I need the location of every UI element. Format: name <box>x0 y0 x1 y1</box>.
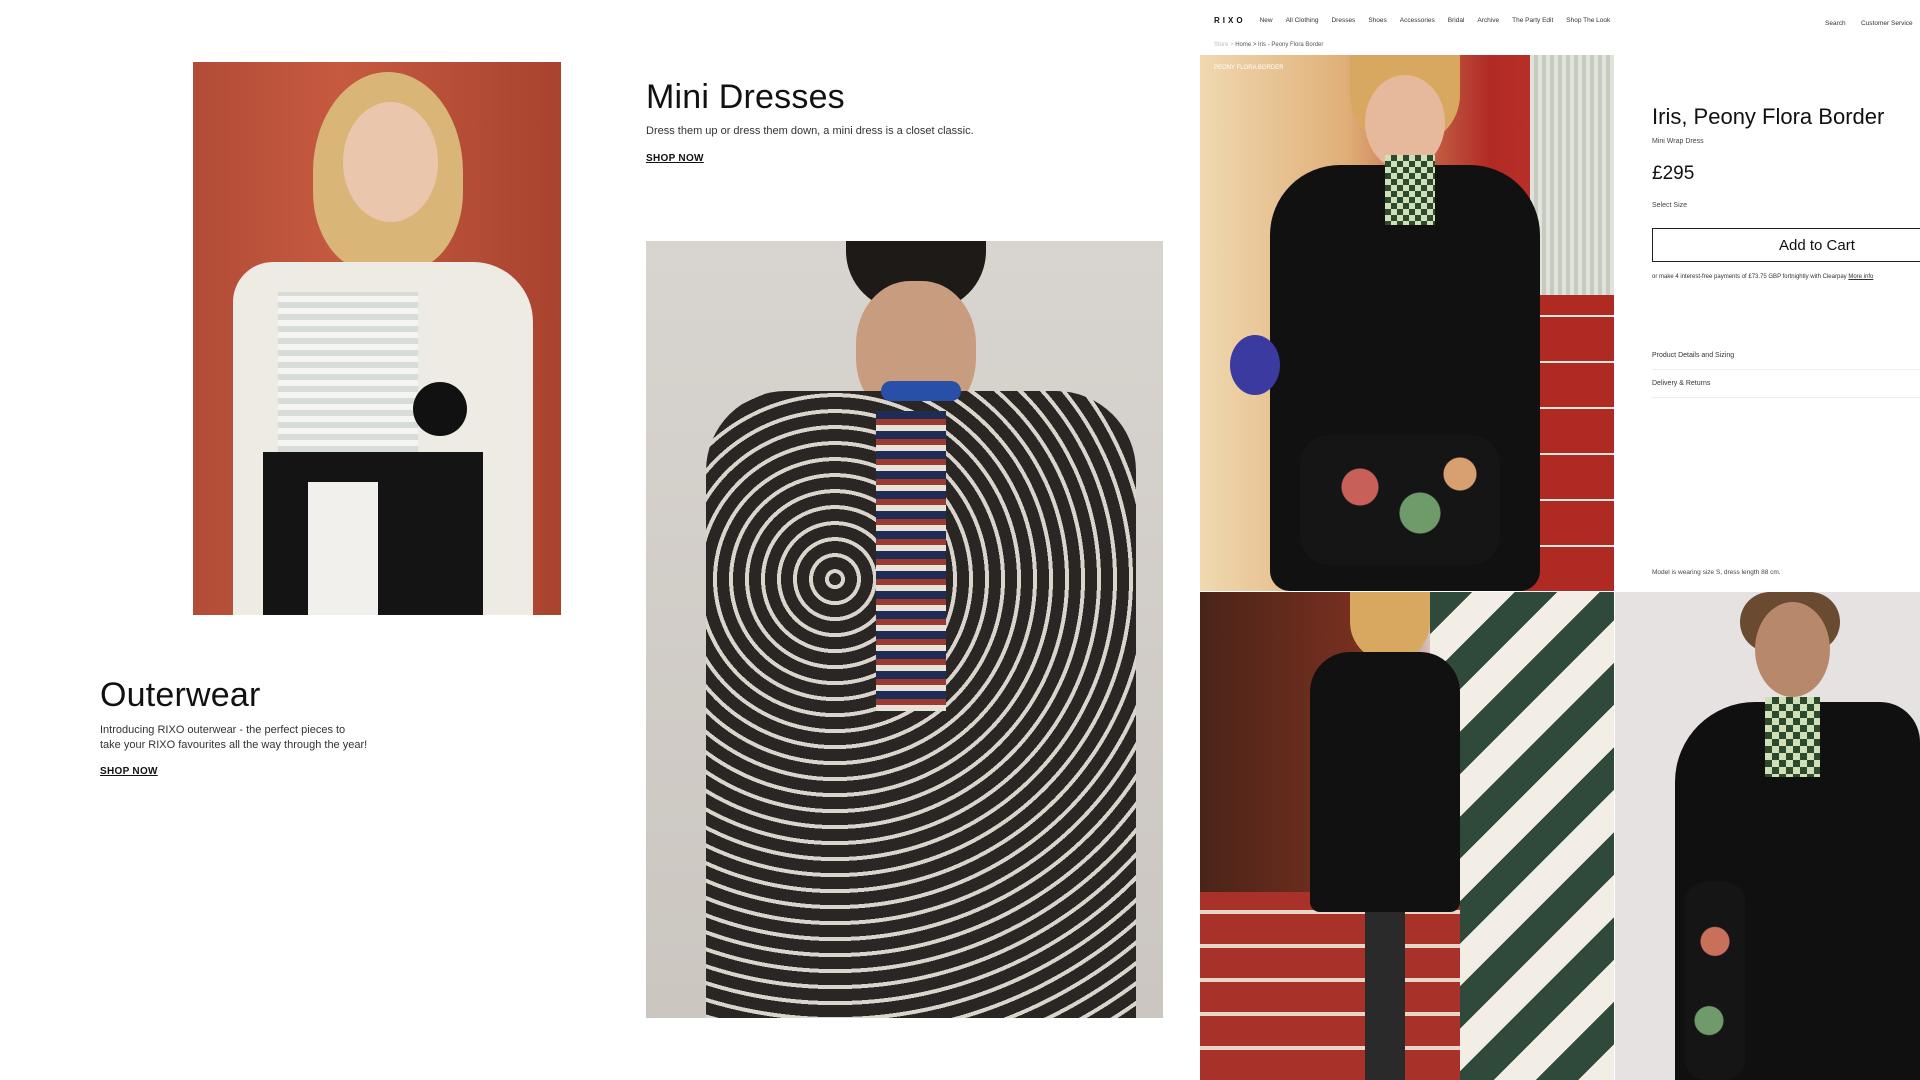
breadcrumb-path[interactable]: Home > Iris - Peony Flora Border <box>1235 42 1323 48</box>
outerwear-title: Outerwear <box>100 676 261 714</box>
outerwear-shop-now-link[interactable]: SHOP NOW <box>100 766 158 777</box>
product-image-staircase[interactable] <box>1200 592 1614 1080</box>
product-title: Iris, Peony Flora Border <box>1652 104 1885 129</box>
mini-dresses-title: Mini Dresses <box>646 78 845 116</box>
customer-service-link[interactable]: Customer Service <box>1861 20 1913 27</box>
accordion-delivery-returns[interactable]: Delivery & Returns <box>1652 374 1920 398</box>
product-image-label: PEONY FLORA BORDER <box>1214 65 1284 71</box>
product-image-closeup[interactable] <box>1615 592 1920 1080</box>
nav-item-shop-the-look[interactable]: Shop The Look <box>1566 17 1610 24</box>
add-to-cart-button[interactable]: Add to Cart <box>1652 228 1920 262</box>
nav-item-bridal[interactable]: Bridal <box>1448 17 1465 24</box>
nav-item-shoes[interactable]: Shoes <box>1368 17 1386 24</box>
product-subtitle: Mini Wrap Dress <box>1652 138 1704 145</box>
mini-dresses-shop-now-link[interactable]: SHOP NOW <box>646 153 704 164</box>
nav-item-dresses[interactable]: Dresses <box>1331 17 1355 24</box>
rixo-logo[interactable]: RIXO <box>1214 16 1246 25</box>
nav-item-accessories[interactable]: Accessories <box>1400 17 1435 24</box>
accordion-product-details[interactable]: Product Details and Sizing <box>1652 346 1920 370</box>
breadcrumb: Store > Home > Iris - Peony Flora Border <box>1214 42 1323 48</box>
nav-item-all-clothing[interactable]: All Clothing <box>1286 17 1319 24</box>
nav-item-archive[interactable]: Archive <box>1477 17 1499 24</box>
product-image-main[interactable]: PEONY FLORA BORDER <box>1200 55 1614 591</box>
clearpay-more-info-link[interactable]: More info <box>1848 274 1873 280</box>
top-navigation: RIXO New All Clothing Dresses Shoes Acce… <box>1200 0 1920 40</box>
mini-dresses-description: Dress them up or dress them down, a mini… <box>646 125 974 137</box>
clearpay-text: or make 4 interest-free payments of £73.… <box>1652 274 1847 280</box>
product-page-panel: RIXO New All Clothing Dresses Shoes Acce… <box>1200 0 1920 1080</box>
search-link[interactable]: Search <box>1825 20 1846 27</box>
outerwear-description-line-2: take your RIXO favourites all the way th… <box>100 739 368 751</box>
outerwear-description-line-1: Introducing RIXO outerwear - the perfect… <box>100 724 346 736</box>
mini-dress-image[interactable] <box>646 241 1163 1018</box>
breadcrumb-store[interactable]: Store > <box>1214 42 1234 48</box>
select-size-label[interactable]: Select Size <box>1652 202 1687 209</box>
nav-item-new[interactable]: New <box>1260 17 1273 24</box>
model-size-note: Model is wearing size S, dress length 88… <box>1652 569 1781 576</box>
clearpay-info: or make 4 interest-free payments of £73.… <box>1652 274 1873 280</box>
nav-item-party-edit[interactable]: The Party Edit <box>1512 17 1553 24</box>
outerwear-image[interactable] <box>193 62 561 615</box>
product-price: £295 <box>1652 163 1695 184</box>
